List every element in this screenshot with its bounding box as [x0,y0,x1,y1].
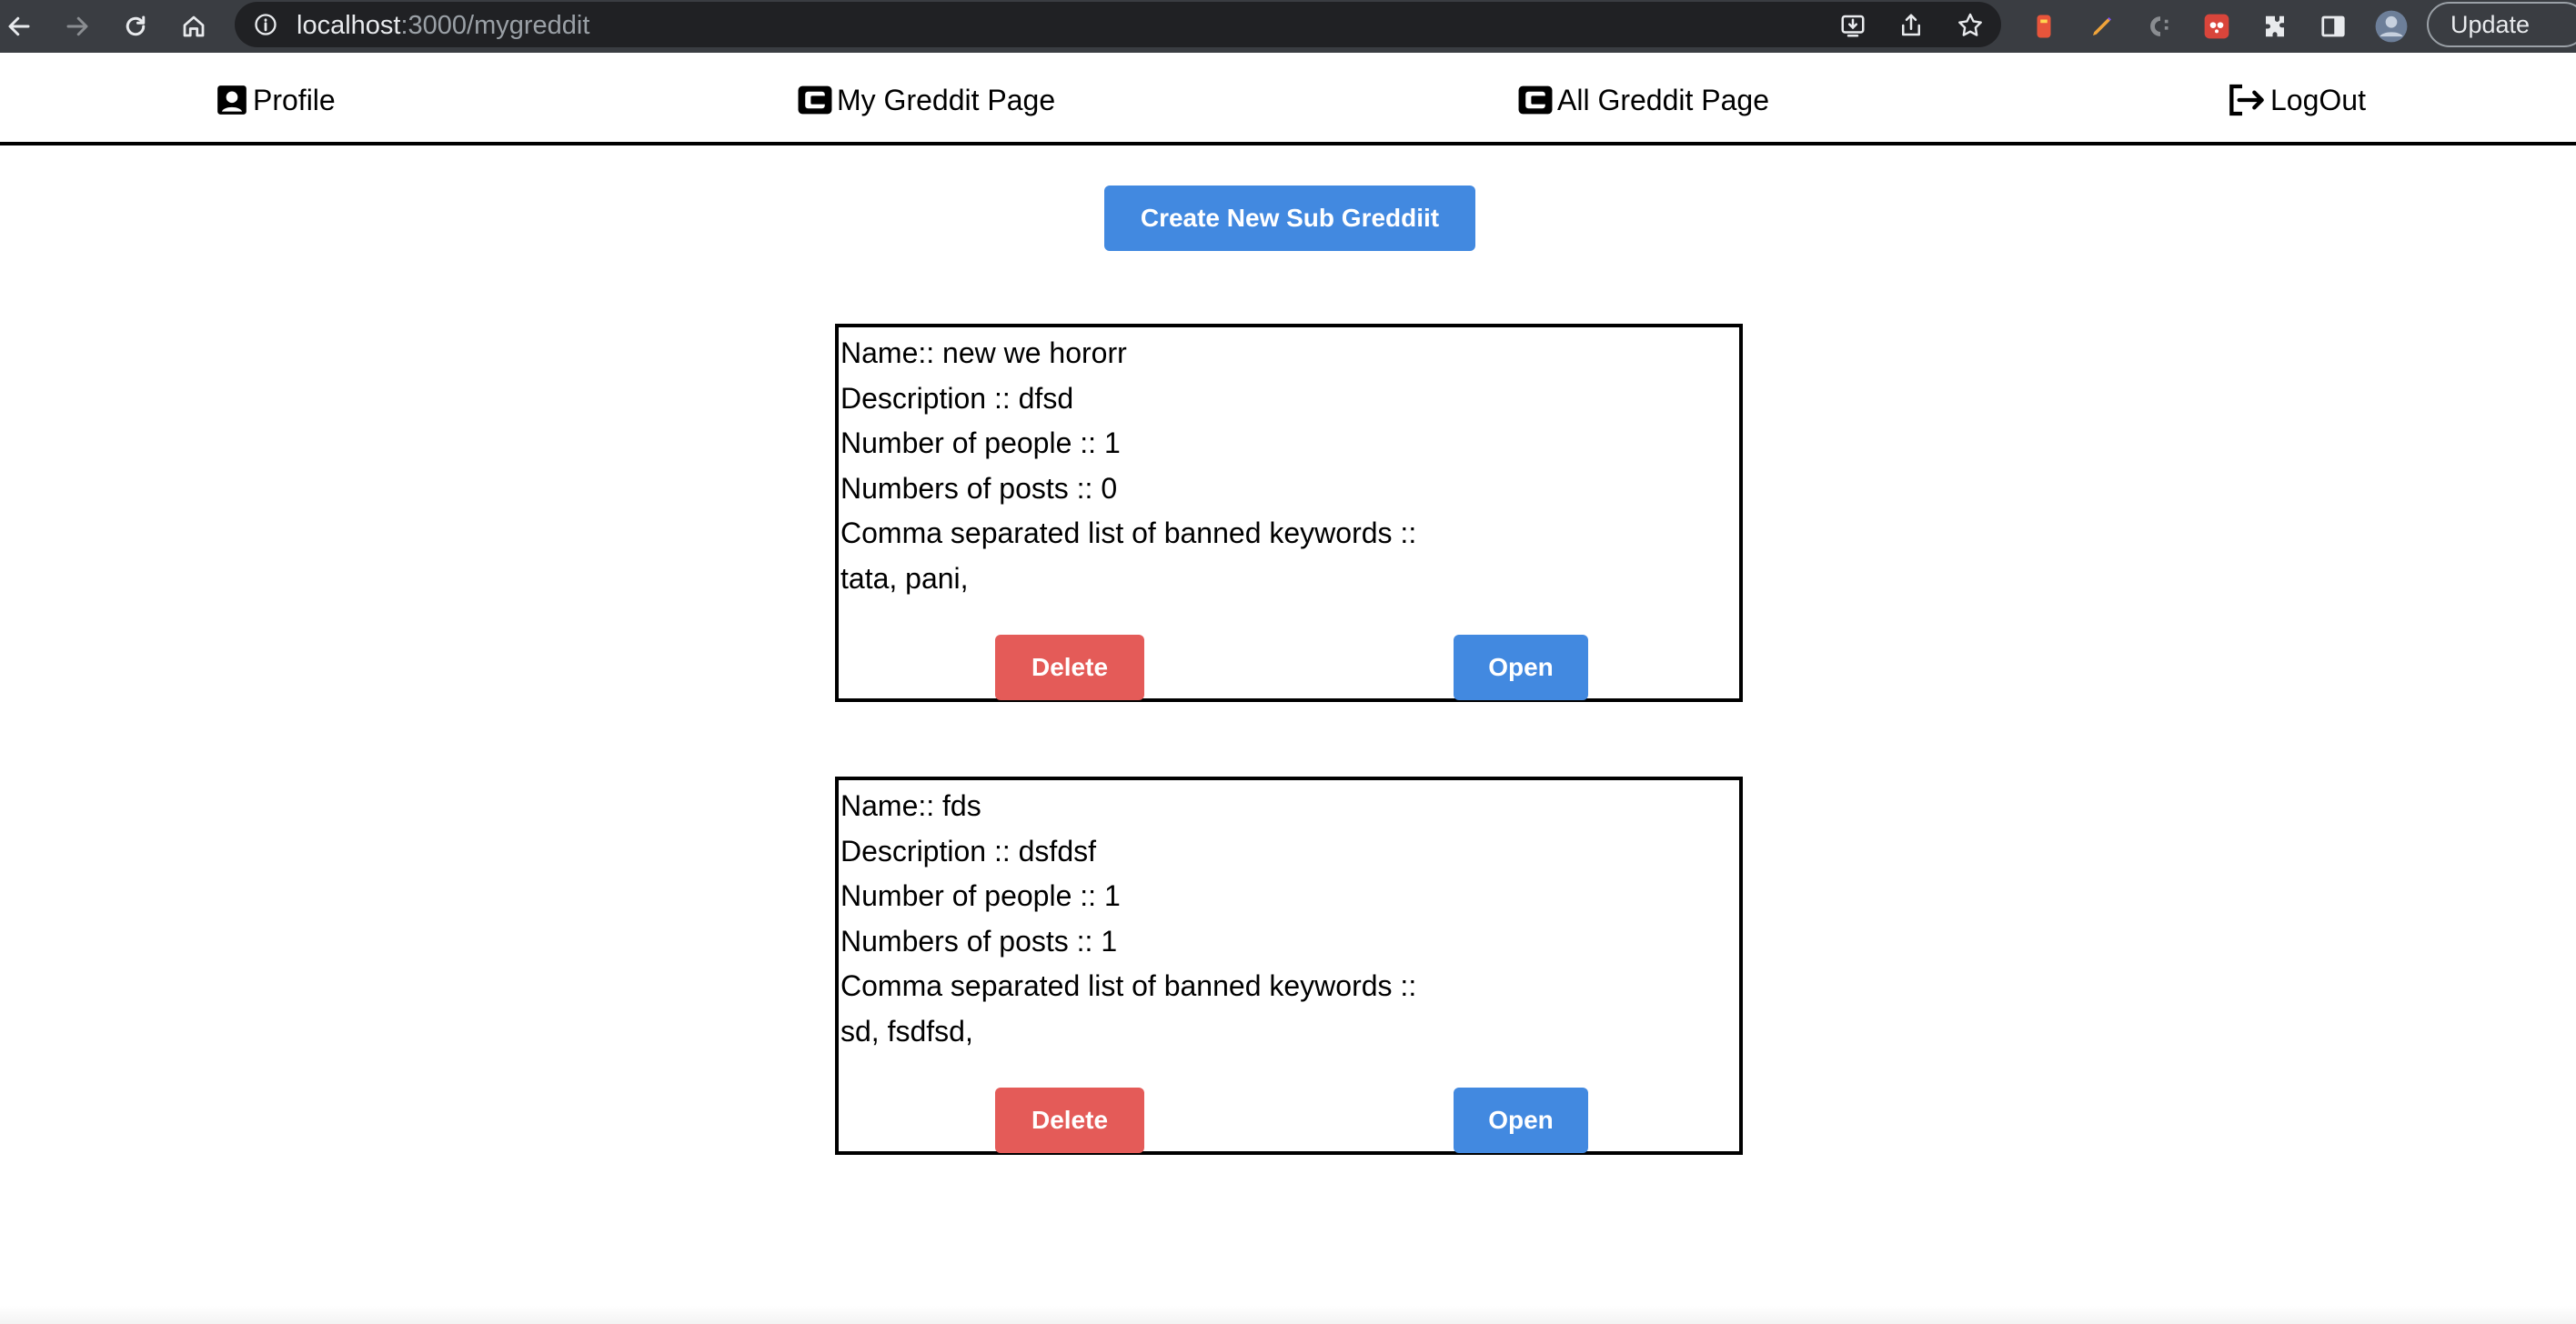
nav-my-greddit-page[interactable]: My Greddit Page [797,80,1055,120]
update-button[interactable]: Update [2427,2,2576,47]
site-info-icon[interactable] [253,12,278,42]
person-badge-icon [217,85,247,115]
open-button[interactable]: Open [1454,635,1588,700]
subgreddit-card: Name:: new we hororr Description :: dfsd… [835,324,1743,702]
wallet-icon [798,85,832,115]
address-bar[interactable]: localhost:3000/mygreddit [235,2,2001,47]
nav-all-greddit-label: All Greddit Page [1557,83,1770,116]
page-bottom-shadow [0,1306,2576,1324]
nav-all-greddit-page[interactable]: All Greddit Page [1517,80,1769,120]
nav-logout[interactable]: LogOut [2227,80,2366,120]
bookmark-star-icon[interactable] [1956,11,1985,45]
top-navbar: Profile My Greddit Page All Greddit Page… [0,55,2576,145]
subgreddit-people: Number of people :: 1 [840,879,1121,912]
subgreddit-card: Name:: fds Description :: dsfdsf Number … [835,777,1743,1155]
nav-profile-label: Profile [253,83,336,116]
banned-keywords-label: Comma separated list of banned keywords … [840,517,1417,549]
side-panel-icon[interactable] [2316,9,2350,44]
nav-my-greddit-label: My Greddit Page [837,83,1056,116]
delete-button[interactable]: Delete [995,1088,1144,1153]
delete-button[interactable]: Delete [995,635,1144,700]
banned-keywords: tata, pani, [840,562,969,595]
extension-lighthouse-icon[interactable] [2027,9,2061,44]
share-icon[interactable] [1897,12,1925,44]
wallet-icon [1518,85,1553,115]
create-subgreddit-button[interactable]: Create New Sub Greddiit [1104,186,1475,251]
subgreddit-description: Description :: dfsd [840,382,1074,415]
subgreddit-description: Description :: dsfdsf [840,835,1096,868]
forward-icon[interactable] [60,9,95,44]
open-button[interactable]: Open [1454,1088,1588,1153]
banned-keywords: sd, fsdfsd, [840,1015,973,1048]
subgreddit-posts: Numbers of posts :: 1 [840,925,1118,958]
extension-pen-icon[interactable] [2085,9,2119,44]
extension-c-icon[interactable] [2143,9,2178,44]
extension-panda-icon[interactable] [2199,9,2234,44]
extensions-puzzle-icon[interactable] [2258,9,2292,44]
nav-profile[interactable]: Profile [215,80,336,120]
subgreddit-people: Number of people :: 1 [840,426,1121,459]
subgreddit-name: Name:: fds [840,789,981,822]
url-text: localhost:3000/mygreddit [297,11,590,40]
subgreddit-posts: Numbers of posts :: 0 [840,472,1118,505]
back-icon[interactable] [2,9,36,44]
browser-toolbar: localhost:3000/mygreddit Update [0,0,2576,53]
nav-logout-label: LogOut [2270,83,2366,116]
reload-icon[interactable] [118,9,153,44]
subgreddit-name: Name:: new we hororr [840,336,1127,369]
profile-avatar-icon[interactable] [2374,9,2409,44]
logout-icon [2229,84,2264,116]
banned-keywords-label: Comma separated list of banned keywords … [840,969,1417,1002]
install-app-icon[interactable] [1839,12,1867,44]
home-icon[interactable] [176,9,211,44]
